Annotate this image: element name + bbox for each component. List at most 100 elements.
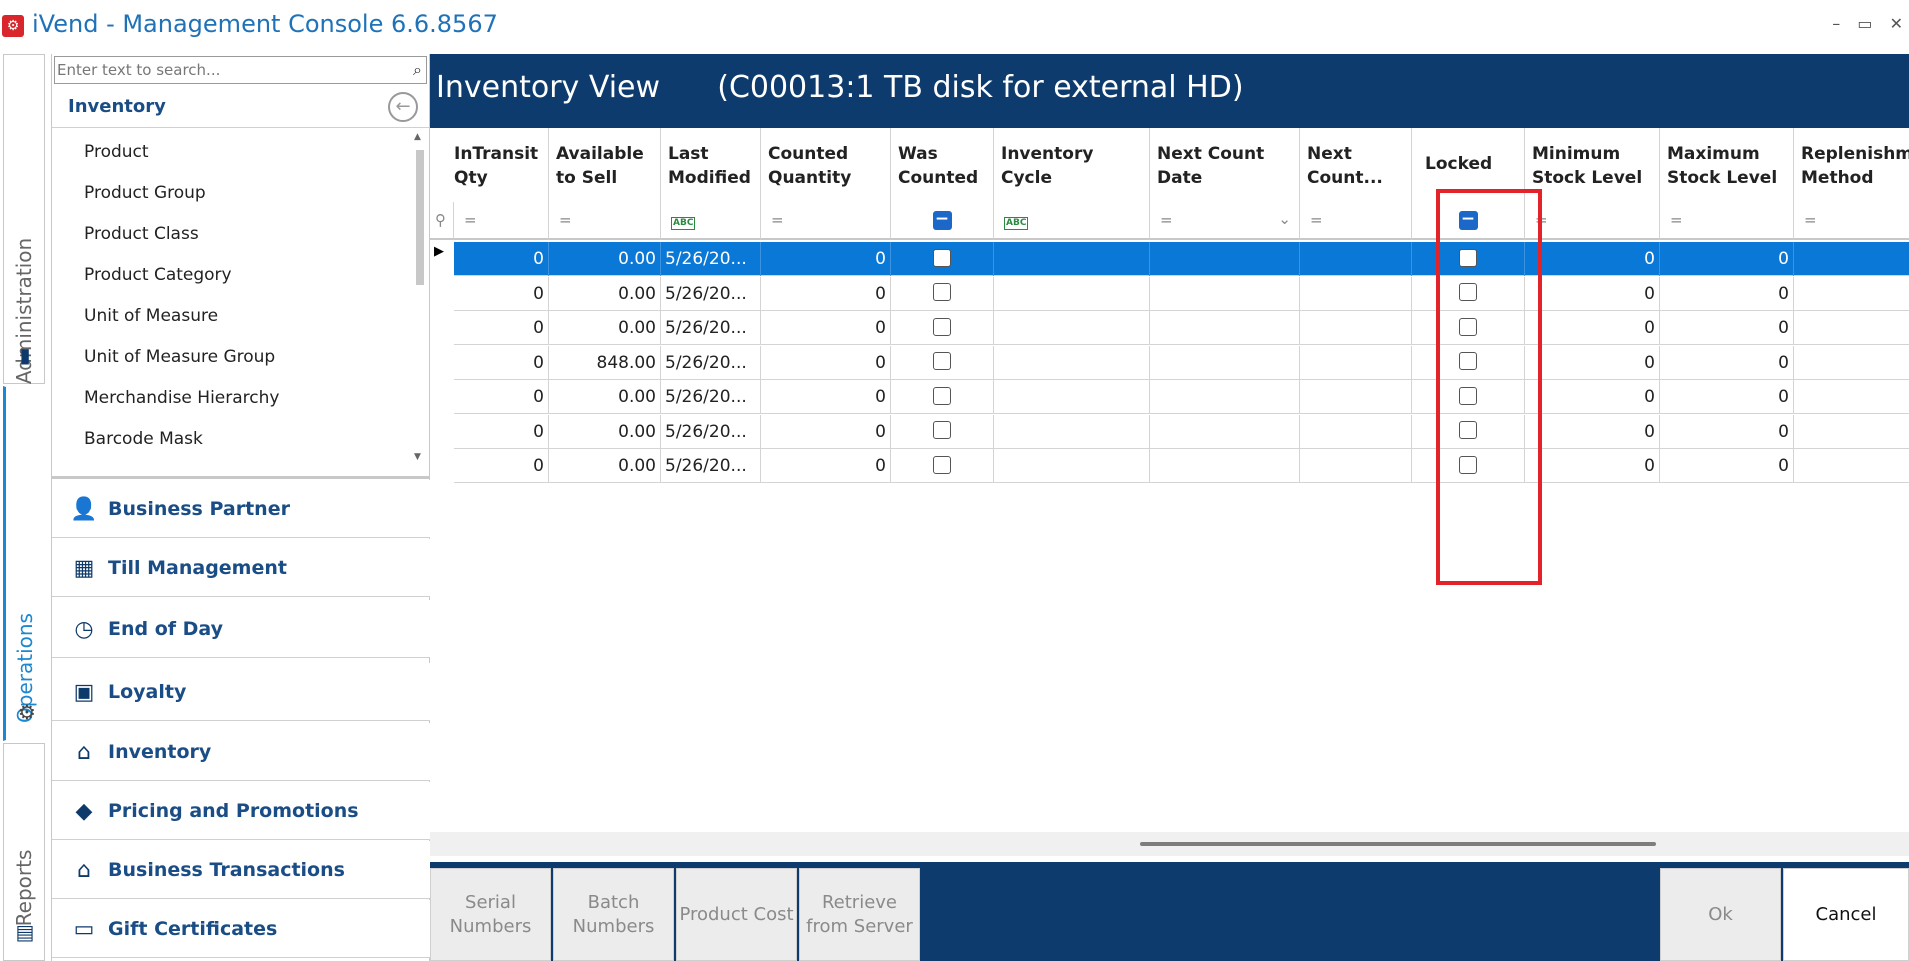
row-indicator-icon: ▶ [434, 244, 444, 259]
tab-reports[interactable]: Reports ▤ [3, 743, 45, 961]
column-header-intransit[interactable]: InTransit Qty [454, 128, 549, 202]
checkbox[interactable] [933, 317, 951, 336]
tab-administration[interactable]: Administration ▮ [3, 54, 45, 384]
nav-item-product-category[interactable]: Product Category [84, 265, 232, 285]
scroll-up-icon[interactable]: ▲ [414, 132, 421, 142]
table-row[interactable]: 0 0.00 5/26/20... 0 0 0 [454, 380, 1909, 414]
filter-row-icon[interactable]: ⚲ [430, 202, 454, 240]
filter-cell-next-date[interactable]: = ⌄ [1150, 202, 1300, 240]
checkbox[interactable] [933, 352, 951, 370]
filter-cell-replenish[interactable]: = [1794, 202, 1909, 240]
ok-button[interactable]: Ok [1660, 868, 1781, 961]
filter-cell-min-stock[interactable]: = [1525, 202, 1660, 240]
back-arrow-icon[interactable]: ← [388, 92, 418, 122]
window-controls[interactable]: – ▭ ✕ [1832, 14, 1909, 33]
cell-was-counted[interactable] [891, 380, 994, 414]
column-header-counted-qty[interactable]: Counted Quantity [761, 128, 891, 202]
cell-replenish [1794, 311, 1909, 345]
cell-replenish [1794, 380, 1909, 414]
table-row[interactable]: 0 0.00 5/26/20... 0 0 0 [454, 276, 1909, 311]
cell-was-counted[interactable] [891, 311, 994, 345]
nav-item-product-group[interactable]: Product Group [84, 183, 206, 203]
table-row[interactable]: 0 0.00 5/26/20... 0 0 0 [454, 414, 1909, 449]
nav-group-end-of-day[interactable]: ◷ End of Day [52, 600, 430, 658]
retrieve-from-server-button[interactable]: Retrieve from Server [799, 868, 920, 961]
filter-checkbox[interactable]: − [932, 211, 952, 230]
cell-cycle [994, 276, 1150, 311]
cell-next-count [1300, 311, 1412, 345]
scroll-down-icon[interactable]: ▼ [414, 452, 421, 462]
cell-max-stock: 0 [1660, 414, 1794, 449]
nav-item-uom-group[interactable]: Unit of Measure Group [84, 347, 275, 367]
filter-cell-next-count[interactable]: = [1300, 202, 1412, 240]
cell-cycle [994, 345, 1150, 380]
cell-cycle [994, 380, 1150, 414]
cell-was-counted[interactable] [891, 242, 994, 276]
search-input[interactable] [57, 59, 397, 81]
column-header-replenish[interactable]: Replenishment Method [1794, 128, 1909, 202]
batch-numbers-button[interactable]: Batch Numbers [553, 868, 674, 961]
column-header-min-stock[interactable]: Minimum Stock Level [1525, 128, 1660, 202]
filter-cell-intransit[interactable]: = [454, 202, 549, 240]
tab-operations[interactable]: Operations ⚙ [3, 386, 45, 741]
filter-cell-available[interactable]: = [549, 202, 661, 240]
checkbox[interactable] [933, 455, 951, 474]
nav-item-product[interactable]: Product [84, 142, 149, 162]
checkbox[interactable] [933, 283, 951, 301]
action-bar: Serial Numbers Batch Numbers Product Cos… [430, 862, 1909, 961]
table-row[interactable]: 0 0.00 5/26/20... 0 0 0 [454, 449, 1909, 483]
column-header-was-counted[interactable]: Was Counted [891, 128, 994, 202]
checkbox[interactable] [933, 421, 951, 439]
table-row[interactable]: 0 0.00 5/26/20... 0 0 0 [454, 311, 1909, 345]
nav-item-merchandise-hierarchy[interactable]: Merchandise Hierarchy [84, 388, 279, 408]
cell-next-date [1150, 311, 1300, 345]
cancel-button[interactable]: Cancel [1783, 868, 1909, 961]
filter-cell-cycle[interactable]: ABC [994, 202, 1150, 240]
serial-numbers-button[interactable]: Serial Numbers [430, 868, 551, 961]
cell-counted-qty: 0 [761, 276, 891, 311]
table-row[interactable]: 0 0.00 5/26/20... 0 0 0 [454, 242, 1909, 276]
column-header-next-date[interactable]: Next Count Date [1150, 128, 1300, 202]
cell-was-counted[interactable] [891, 345, 994, 380]
column-header-max-stock[interactable]: Maximum Stock Level [1660, 128, 1794, 202]
filter-cell-lastmod[interactable]: ABC [661, 202, 761, 240]
grid-hscroll-thumb[interactable] [1140, 842, 1656, 846]
product-cost-button[interactable]: Product Cost [676, 868, 797, 961]
column-header-lastmod[interactable]: Last Modified [661, 128, 761, 202]
nav-group-business-transactions[interactable]: ⌂ Business Transactions [52, 841, 430, 899]
nav-scroll-thumb[interactable] [416, 150, 424, 285]
nav-group-till-management[interactable]: ▦ Till Management [52, 539, 430, 597]
filter-cell-counted-qty[interactable]: = [761, 202, 891, 240]
grid-horizontal-scrollbar[interactable] [430, 832, 1909, 856]
nav-group-label: Pricing and Promotions [108, 800, 359, 822]
nav-group-loyalty[interactable]: ▣ Loyalty [52, 663, 430, 721]
nav-group-inventory[interactable]: ⌂ Inventory [52, 723, 430, 781]
column-header-cycle[interactable]: Inventory Cycle [994, 128, 1150, 202]
cell-intransit: 0 [454, 345, 549, 380]
cell-intransit: 0 [454, 311, 549, 345]
chevron-down-icon[interactable]: ⌄ [1278, 210, 1291, 228]
checkbox[interactable] [933, 248, 951, 267]
cell-next-date [1150, 242, 1300, 276]
nav-group-label: Inventory [108, 741, 212, 763]
search-icon[interactable]: ⌕ [413, 60, 422, 80]
nav-item-barcode-mask[interactable]: Barcode Mask [84, 429, 203, 449]
nav-scrollbar[interactable]: ▲ ▼ [410, 130, 428, 470]
cell-was-counted[interactable] [891, 276, 994, 311]
nav-group-business-partner[interactable]: 👤 Business Partner [52, 480, 430, 538]
filter-cell-max-stock[interactable]: = [1660, 202, 1794, 240]
cell-max-stock: 0 [1660, 449, 1794, 483]
nav-item-product-class[interactable]: Product Class [84, 224, 199, 244]
cell-was-counted[interactable] [891, 449, 994, 483]
nav-group-gift-certificates[interactable]: ▭ Gift Certificates [52, 900, 430, 958]
table-row[interactable]: 0 848.00 5/26/20... 0 0 0 [454, 345, 1909, 380]
column-header-available[interactable]: Available to Sell [549, 128, 661, 202]
gear-icon: ⚙ [18, 700, 36, 724]
tab-reports-label: Reports [12, 849, 36, 927]
checkbox[interactable] [933, 386, 951, 405]
cell-was-counted[interactable] [891, 414, 994, 449]
filter-cell-was-counted[interactable]: − [891, 202, 994, 240]
nav-group-pricing-promotions[interactable]: ◆ Pricing and Promotions [52, 782, 430, 840]
nav-item-unit-of-measure[interactable]: Unit of Measure [84, 306, 218, 326]
column-header-next-count[interactable]: Next Count... [1300, 128, 1412, 202]
